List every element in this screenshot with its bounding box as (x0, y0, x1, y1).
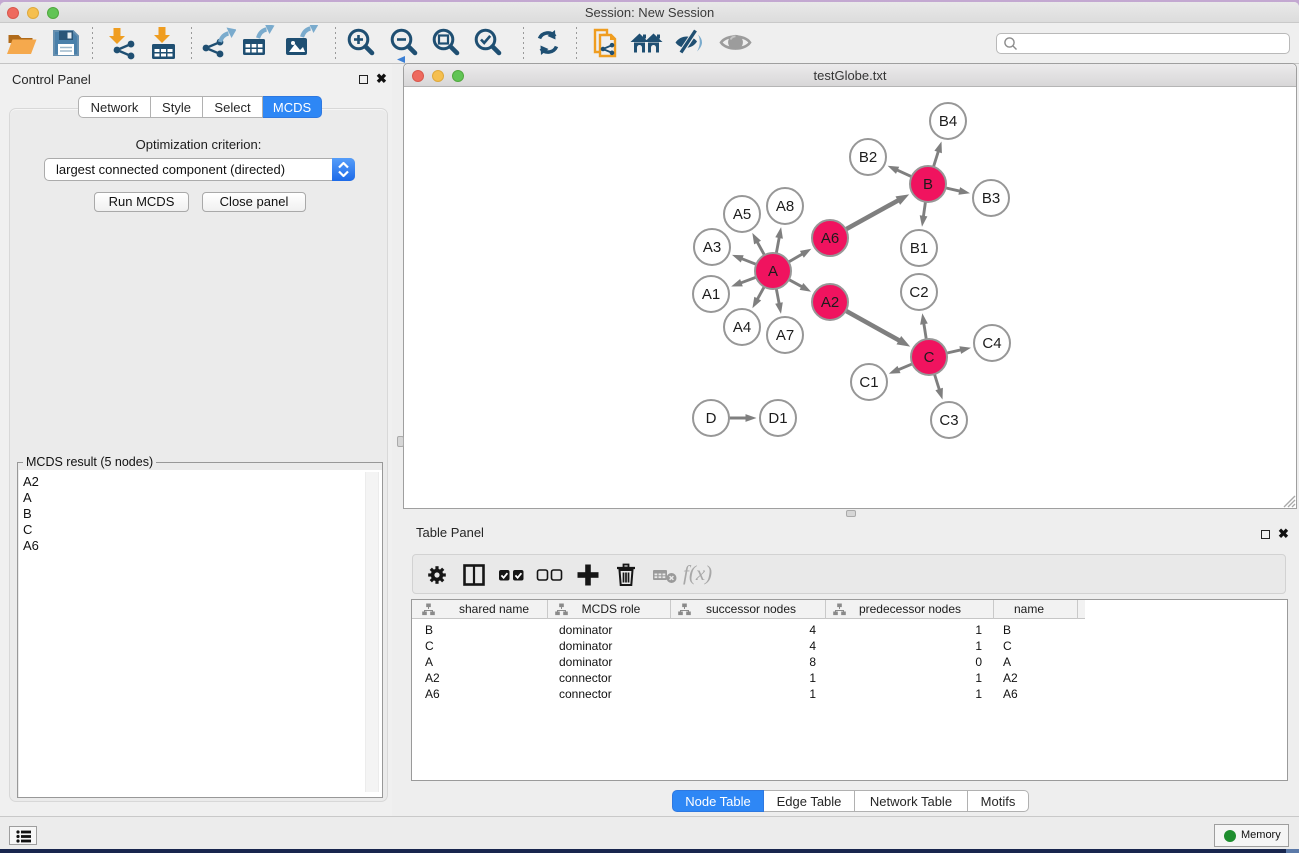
svg-text:C4: C4 (982, 335, 1001, 352)
svg-text:B2: B2 (859, 149, 877, 166)
svg-text:A7: A7 (776, 327, 794, 344)
svg-text:f(x): f(x) (683, 561, 712, 585)
svg-text:A3: A3 (703, 239, 721, 256)
svg-text:C2: C2 (909, 284, 928, 301)
svg-text:A1: A1 (702, 286, 720, 303)
svg-text:C3: C3 (939, 412, 958, 429)
svg-text:D: D (706, 410, 717, 427)
svg-text:A4: A4 (733, 319, 751, 336)
svg-text:A6: A6 (821, 230, 839, 247)
svg-text:B4: B4 (939, 113, 957, 130)
svg-text:C1: C1 (859, 374, 878, 391)
svg-text:A8: A8 (776, 198, 794, 215)
svg-text:B: B (923, 176, 933, 193)
svg-text:A: A (768, 263, 778, 280)
svg-text:B3: B3 (982, 190, 1000, 207)
svg-text:A2: A2 (821, 294, 839, 311)
svg-text:A5: A5 (733, 206, 751, 223)
svg-text:B1: B1 (910, 240, 928, 257)
svg-text:D1: D1 (768, 410, 787, 427)
svg-text:C: C (924, 349, 935, 366)
